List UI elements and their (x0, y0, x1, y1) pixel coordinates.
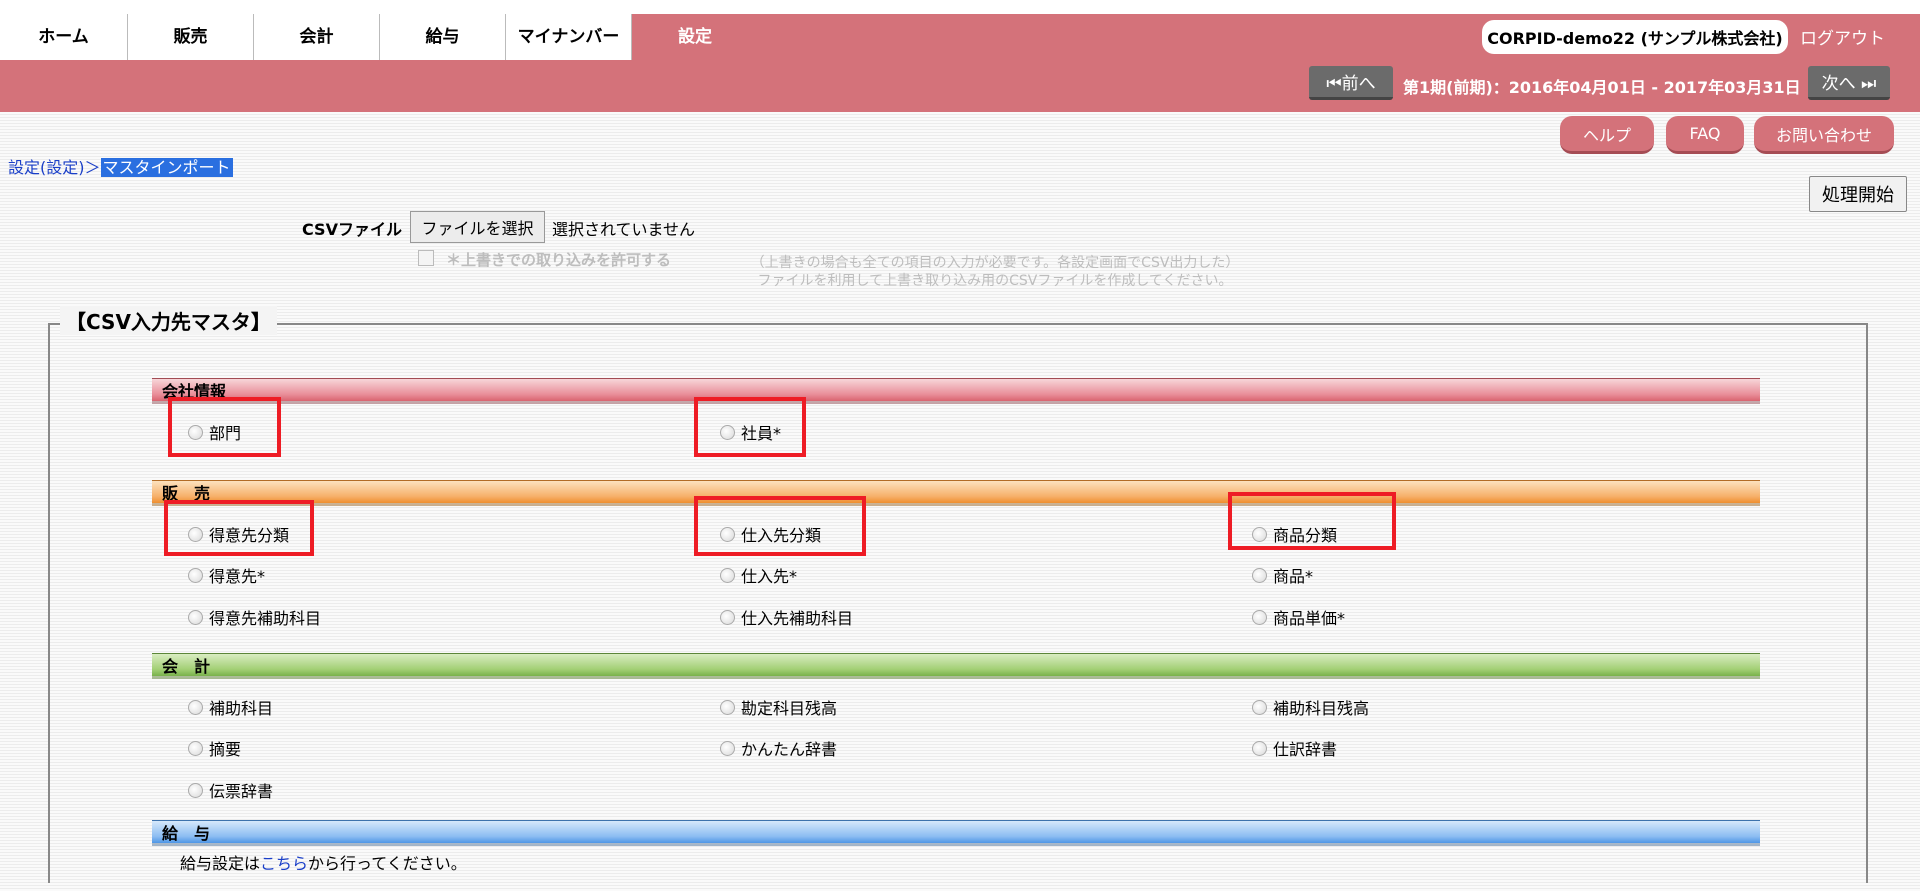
overwrite-note-line2: ファイルを利用して上書き取り込み用のCSVファイルを作成してください。 (757, 273, 1233, 289)
help-button[interactable]: ヘルプ (1560, 116, 1654, 154)
radio-button[interactable] (720, 699, 735, 715)
radio-button[interactable] (1252, 609, 1267, 625)
highlight-box (694, 397, 806, 457)
highlight-box (164, 500, 314, 556)
payroll-note-before: 給与設定は (180, 854, 261, 873)
highlight-box (1228, 492, 1396, 550)
start-processing-button[interactable]: 処理開始 (1809, 176, 1907, 212)
radio-slip-dictionary[interactable]: 伝票辞書 (188, 778, 273, 802)
option-label: 仕訳辞書 (1273, 740, 1338, 759)
option-label: 勘定科目残高 (741, 699, 838, 718)
option-label: 得意先補助科目 (209, 609, 322, 628)
radio-button[interactable] (720, 740, 735, 756)
radio-customer-sub-account[interactable]: 得意先補助科目 (188, 605, 321, 629)
faq-button[interactable]: FAQ (1666, 116, 1744, 154)
radio-button[interactable] (720, 567, 735, 583)
overwrite-note-line1: （上書きの場合も全ての項目の入力が必要です。各設定画面でCSV出力した） (750, 255, 1240, 271)
radio-customer[interactable]: 得意先* (188, 563, 265, 587)
breadcrumb: 設定(設定)＞ マスタインポート (8, 154, 233, 178)
radio-button[interactable] (1252, 740, 1267, 756)
payroll-settings-link[interactable]: こちら (260, 854, 308, 873)
option-label: かんたん辞書 (741, 740, 838, 759)
breadcrumb-parent[interactable]: 設定(設定) (8, 158, 85, 177)
contact-button[interactable]: お問い合わせ (1754, 116, 1894, 154)
company-badge[interactable]: CORPID-demo22 (サンプル株式会社) (1482, 20, 1788, 54)
radio-button[interactable] (188, 782, 203, 798)
tab-accounting[interactable]: 会計 (254, 14, 380, 60)
overwrite-checkbox[interactable] (418, 250, 434, 266)
radio-summary[interactable]: 摘要 (188, 736, 241, 760)
radio-supplier-sub-account[interactable]: 仕入先補助科目 (720, 605, 853, 629)
payroll-note-after: から行ってください。 (308, 854, 467, 873)
overwrite-note: （上書きの場合も全ての項目の入力が必要です。各設定画面でCSV出力した） ファイ… (700, 254, 1290, 290)
option-label: 伝票辞書 (209, 782, 274, 801)
radio-account-balance[interactable]: 勘定科目残高 (720, 695, 837, 719)
highlight-box (168, 397, 281, 457)
option-label: 商品単価* (1273, 609, 1346, 628)
radio-product[interactable]: 商品* (1252, 563, 1313, 587)
option-label: 摘要 (209, 740, 242, 759)
radio-supplier[interactable]: 仕入先* (720, 563, 797, 587)
option-label: 補助科目 (209, 699, 274, 718)
tab-sales[interactable]: 販売 (128, 14, 254, 60)
option-label: 得意先* (209, 567, 266, 586)
prev-period-button[interactable]: ⏮前へ (1309, 66, 1393, 100)
radio-journal-dictionary[interactable]: 仕訳辞書 (1252, 736, 1337, 760)
section-company-info: 会社情報 (152, 378, 1760, 404)
radio-button[interactable] (188, 740, 203, 756)
radio-button[interactable] (188, 609, 203, 625)
csv-master-fieldset (48, 323, 1868, 883)
csv-file-label: CSVファイル (302, 220, 402, 239)
no-file-selected-text: 選択されていません (552, 220, 696, 239)
csv-master-legend: 【CSV入力先マスタ】 (60, 306, 277, 335)
tab-home[interactable]: ホーム (0, 14, 128, 60)
option-label: 商品* (1273, 567, 1314, 586)
period-text: 第1期(前期)：2016年04月01日 - 2017年03月31日 (1403, 78, 1801, 97)
section-payroll: 給 与 (152, 820, 1760, 846)
breadcrumb-current: マスタインポート (100, 158, 233, 177)
tab-settings[interactable]: 設定 (632, 14, 758, 60)
breadcrumb-separator: ＞ (84, 158, 101, 177)
radio-sub-account[interactable]: 補助科目 (188, 695, 273, 719)
radio-sub-account-balance[interactable]: 補助科目残高 (1252, 695, 1369, 719)
tab-payroll[interactable]: 給与 (380, 14, 506, 60)
overwrite-label: ＊上書きでの取り込みを許可する (446, 251, 672, 269)
tab-mynumber[interactable]: マイナンバー (506, 14, 632, 60)
logout-link[interactable]: ログアウト (1800, 24, 1885, 49)
highlight-box (694, 496, 866, 556)
payroll-note: 給与設定はこちらから行ってください。 (180, 850, 467, 874)
section-accounting: 会 計 (152, 653, 1760, 679)
radio-button[interactable] (188, 699, 203, 715)
radio-button[interactable] (720, 609, 735, 625)
radio-product-unit-price[interactable]: 商品単価* (1252, 605, 1345, 629)
next-period-button[interactable]: 次へ ⏭ (1808, 66, 1890, 100)
choose-file-button[interactable]: ファイルを選択 (410, 211, 545, 243)
option-label: 仕入先補助科目 (741, 609, 854, 628)
option-label: 仕入先* (741, 567, 798, 586)
section-sales: 販 売 (152, 480, 1760, 506)
radio-button[interactable] (1252, 567, 1267, 583)
radio-easy-dictionary[interactable]: かんたん辞書 (720, 736, 837, 760)
radio-button[interactable] (188, 567, 203, 583)
option-label: 補助科目残高 (1273, 699, 1370, 718)
radio-button[interactable] (1252, 699, 1267, 715)
